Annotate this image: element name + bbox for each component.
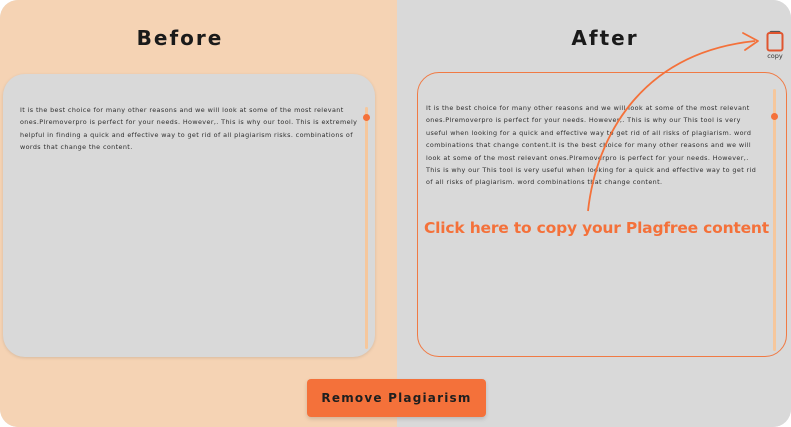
before-scrollbar[interactable] [365, 107, 368, 349]
remove-plagiarism-button[interactable]: Remove Plagiarism [307, 379, 486, 417]
copy-button[interactable]: copy [763, 30, 787, 62]
copy-label: copy [767, 52, 783, 60]
before-title: Before [136, 26, 224, 50]
after-scroll-thumb[interactable] [771, 113, 778, 120]
after-text: It is the best choice for many other rea… [426, 104, 757, 187]
clipboard-icon [766, 30, 784, 52]
before-text: It is the best choice for many other rea… [20, 106, 358, 152]
copy-callout-text: Click here to copy your Plagfree content [424, 219, 769, 237]
after-text-card[interactable]: It is the best choice for many other rea… [417, 72, 787, 357]
after-title: After [571, 26, 639, 50]
before-text-card[interactable]: It is the best choice for many other rea… [3, 74, 375, 357]
before-scroll-thumb[interactable] [363, 114, 370, 121]
app-frame: Before After It is the best choice for m… [0, 0, 791, 427]
